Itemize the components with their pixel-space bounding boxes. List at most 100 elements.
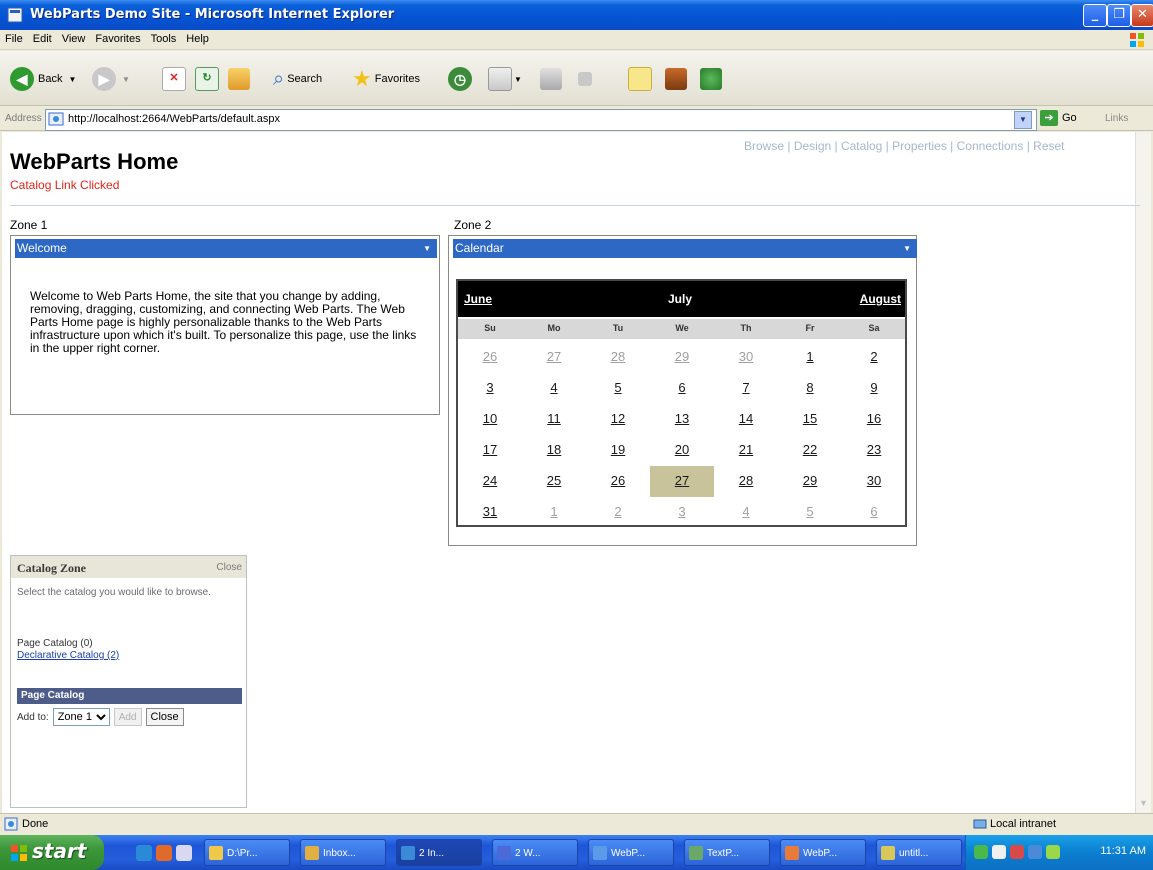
taskbar-button-folder[interactable]: D:\Pr... (204, 839, 290, 866)
home-icon (228, 68, 250, 90)
welcome-verbs-dropdown-icon[interactable]: ▼ (423, 239, 431, 258)
calendar-week: 31 1 2 3 4 5 6 (458, 497, 905, 528)
browse-link[interactable]: Browse (744, 139, 784, 153)
connections-link[interactable]: Connections (957, 139, 1024, 153)
inbox-icon (305, 846, 319, 860)
folder-icon (209, 846, 223, 860)
messenger-button[interactable] (700, 65, 722, 93)
back-button[interactable]: ◀ Back ▼ (10, 65, 76, 93)
reset-link[interactable]: Reset (1033, 139, 1064, 153)
taskbar-button-paint[interactable]: untitl... (876, 839, 962, 866)
design-link[interactable]: Design (794, 139, 831, 153)
forward-dropdown-icon[interactable]: ▼ (122, 75, 130, 84)
start-button[interactable]: start (0, 835, 104, 870)
calendar-day[interactable]: 2 (586, 504, 650, 535)
window-title-bar[interactable]: WebParts Demo Site - Microsoft Internet … (0, 0, 1153, 30)
word-icon (497, 846, 511, 860)
tray-network-icon[interactable] (974, 845, 988, 859)
calendar-day-selected[interactable]: 27 (650, 466, 714, 497)
day-of-week-header: Su Mo Tu We Th Fr Sa (458, 319, 905, 339)
taskbar-button-label: 2 W... (515, 848, 541, 859)
notes-button[interactable] (628, 65, 652, 93)
calendar-day[interactable]: 5 (778, 504, 842, 535)
favorites-button[interactable]: ★ Favorites (352, 65, 420, 93)
dow-th: Th (740, 323, 752, 333)
catalog-link[interactable]: Catalog (841, 139, 882, 153)
address-input[interactable]: http://localhost:2664/WebParts/default.a… (45, 109, 1037, 131)
menu-view[interactable]: View (57, 30, 91, 45)
tray-sync-icon[interactable] (1028, 845, 1042, 859)
page-title: WebParts Home (10, 149, 179, 174)
calendar-day[interactable]: 1 (522, 504, 586, 535)
calendar-day[interactable]: 6 (842, 504, 906, 535)
home-button[interactable] (228, 65, 250, 93)
tray-volume-icon[interactable] (992, 845, 1006, 859)
taskbar-button-webparts-2[interactable]: WebP... (780, 839, 866, 866)
prev-month-link[interactable]: June (464, 292, 492, 306)
close-window-button[interactable]: ✕ (1131, 4, 1153, 27)
add-button[interactable]: Add (113, 708, 142, 726)
properties-link[interactable]: Properties (892, 139, 947, 153)
quicklaunch-outlook-icon[interactable] (156, 845, 172, 861)
vertical-scrollbar[interactable]: ▼ (1135, 132, 1151, 813)
research-button[interactable] (665, 65, 687, 93)
taskbar-button-inbox[interactable]: Inbox... (300, 839, 386, 866)
textpad-icon (689, 846, 703, 860)
taskbar-button-ie[interactable]: 2 In... (396, 839, 482, 866)
links-button[interactable]: Links (1105, 113, 1128, 124)
calendar-week: 3 4 5 6 7 8 9 (458, 373, 905, 404)
current-month: July (668, 292, 693, 306)
address-dropdown-icon[interactable]: ▼ (1014, 111, 1032, 129)
next-month-link[interactable]: August (860, 292, 901, 306)
taskbar-button-label: Inbox... (323, 848, 356, 859)
minimize-button[interactable]: _ (1083, 4, 1107, 27)
menu-tools[interactable]: Tools (146, 30, 182, 45)
back-arrow-icon: ◀ (10, 67, 34, 91)
refresh-button[interactable]: ↻ (195, 65, 219, 93)
tray-security-icon[interactable] (1010, 845, 1024, 859)
forward-button[interactable]: ▶ ▼ (92, 65, 130, 93)
catalog-close-button[interactable]: Close (145, 708, 184, 726)
ie-app-icon (7, 7, 23, 23)
calendar-day[interactable]: 31 (458, 504, 522, 535)
declarative-catalog-link[interactable]: Declarative Catalog (2) (17, 650, 119, 661)
mail-button[interactable]: ▼ (488, 65, 522, 93)
zone-select[interactable]: Zone 1 (52, 708, 110, 726)
clock[interactable]: 11:31 AM (1100, 845, 1146, 857)
status-bar: Done Local intranet (0, 813, 1153, 835)
quicklaunch-ie-icon[interactable] (136, 845, 152, 861)
quicklaunch-desktop-icon[interactable] (176, 845, 192, 861)
maximize-button[interactable]: ❐ (1107, 4, 1131, 27)
history-button[interactable]: ◷ (448, 65, 472, 93)
taskbar-button-label: WebP... (611, 848, 646, 859)
scroll-down-icon[interactable]: ▼ (1138, 798, 1149, 809)
system-tray: 11:31 AM (965, 835, 1153, 870)
taskbar-button-webparts-1[interactable]: WebP... (588, 839, 674, 866)
intranet-zone-icon (973, 819, 987, 829)
menu-edit[interactable]: Edit (28, 30, 57, 45)
catalog-close-link[interactable]: Close (216, 562, 242, 573)
menu-file[interactable]: File (0, 30, 28, 45)
calendar-part-header[interactable]: Calendar ▼ (453, 239, 917, 258)
edit-button[interactable] (578, 65, 592, 93)
back-dropdown-icon[interactable]: ▼ (68, 75, 76, 84)
tray-app-icon[interactable] (1046, 845, 1060, 859)
mail-dropdown-icon[interactable]: ▼ (514, 75, 522, 84)
calendar-verbs-dropdown-icon[interactable]: ▼ (903, 239, 911, 258)
notes-icon (628, 67, 652, 91)
dow-fr: Fr (805, 323, 815, 333)
calendar-day[interactable]: 3 (650, 504, 714, 535)
menu-help[interactable]: Help (181, 30, 214, 45)
stop-button[interactable]: ✕ (162, 65, 186, 93)
calendar-day[interactable]: 4 (714, 504, 778, 535)
go-button[interactable]: ➔ Go (1040, 110, 1077, 126)
menu-favorites[interactable]: Favorites (90, 30, 145, 45)
taskbar-button-textpad[interactable]: TextP... (684, 839, 770, 866)
print-button[interactable] (540, 65, 562, 93)
welcome-part-header[interactable]: Welcome ▼ (15, 239, 437, 258)
search-button[interactable]: ⌕ Search (273, 65, 322, 93)
window-title: WebParts Demo Site - Microsoft Internet … (30, 7, 395, 22)
webparts-icon (785, 846, 799, 860)
address-label: Address (5, 113, 42, 124)
taskbar-button-word[interactable]: 2 W... (492, 839, 578, 866)
